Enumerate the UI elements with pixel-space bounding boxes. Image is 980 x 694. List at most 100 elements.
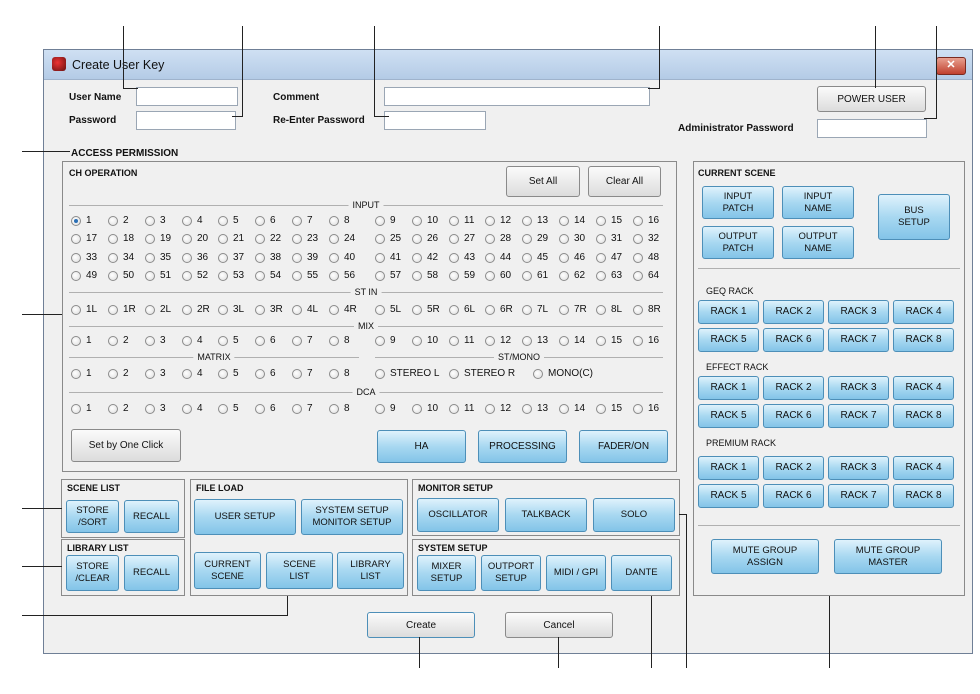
geq-rack-6-button[interactable]: RACK 6 <box>763 328 824 352</box>
close-button[interactable]: ✕ <box>936 57 966 75</box>
stin-radio-4r[interactable]: 4R <box>329 304 357 315</box>
stin-radio-2l[interactable]: 2L <box>145 304 171 315</box>
bus-setup-button[interactable]: BUS SETUP <box>878 194 950 240</box>
input-radio-24[interactable]: 24 <box>329 233 355 244</box>
input-radio-21[interactable]: 21 <box>218 233 244 244</box>
scene-list-load-button[interactable]: SCENE LIST <box>266 552 333 589</box>
ha-button[interactable]: HA <box>377 430 466 463</box>
input-radio-33[interactable]: 33 <box>71 252 97 263</box>
stin-radio-1l[interactable]: 1L <box>71 304 97 315</box>
geq-rack-4-button[interactable]: RACK 4 <box>893 300 954 324</box>
user-name-field[interactable] <box>136 87 238 106</box>
geq-rack-3-button[interactable]: RACK 3 <box>828 300 889 324</box>
mix-radio-12[interactable]: 12 <box>485 335 511 346</box>
dca-radio-6[interactable]: 6 <box>255 403 276 414</box>
mix-radio-7[interactable]: 7 <box>292 335 313 346</box>
premium-rack-4-button[interactable]: RACK 4 <box>893 456 954 480</box>
input-radio-4[interactable]: 4 <box>182 215 203 226</box>
stmono-radio-stereo-r[interactable]: STEREO R <box>449 368 515 379</box>
matrix-radio-1[interactable]: 1 <box>71 368 92 379</box>
input-radio-62[interactable]: 62 <box>559 270 585 281</box>
dca-radio-7[interactable]: 7 <box>292 403 313 414</box>
output-patch-button[interactable]: OUTPUT PATCH <box>702 226 774 259</box>
input-radio-56[interactable]: 56 <box>329 270 355 281</box>
input-radio-22[interactable]: 22 <box>255 233 281 244</box>
output-name-button[interactable]: OUTPUT NAME <box>782 226 854 259</box>
dca-radio-15[interactable]: 15 <box>596 403 622 414</box>
stin-radio-5l[interactable]: 5L <box>375 304 401 315</box>
effect-rack-1-button[interactable]: RACK 1 <box>698 376 759 400</box>
input-patch-button[interactable]: INPUT PATCH <box>702 186 774 219</box>
matrix-radio-3[interactable]: 3 <box>145 368 166 379</box>
input-radio-37[interactable]: 37 <box>218 252 244 263</box>
input-radio-28[interactable]: 28 <box>485 233 511 244</box>
talkback-button[interactable]: TALKBACK <box>505 498 587 532</box>
input-radio-60[interactable]: 60 <box>485 270 511 281</box>
cancel-button[interactable]: Cancel <box>505 612 613 638</box>
library-list-load-button[interactable]: LIBRARY LIST <box>337 552 404 589</box>
input-radio-51[interactable]: 51 <box>145 270 171 281</box>
mixer-setup-button[interactable]: MIXER SETUP <box>417 555 476 591</box>
dca-radio-2[interactable]: 2 <box>108 403 129 414</box>
mix-radio-13[interactable]: 13 <box>522 335 548 346</box>
input-radio-44[interactable]: 44 <box>485 252 511 263</box>
stin-radio-2r[interactable]: 2R <box>182 304 210 315</box>
effect-rack-6-button[interactable]: RACK 6 <box>763 404 824 428</box>
stin-radio-4l[interactable]: 4L <box>292 304 318 315</box>
stin-radio-8r[interactable]: 8R <box>633 304 661 315</box>
mix-radio-3[interactable]: 3 <box>145 335 166 346</box>
stmono-radio-mono-c-[interactable]: MONO(C) <box>533 368 593 379</box>
dca-radio-4[interactable]: 4 <box>182 403 203 414</box>
dca-radio-1[interactable]: 1 <box>71 403 92 414</box>
premium-rack-5-button[interactable]: RACK 5 <box>698 484 759 508</box>
input-radio-52[interactable]: 52 <box>182 270 208 281</box>
stin-radio-1r[interactable]: 1R <box>108 304 136 315</box>
input-radio-41[interactable]: 41 <box>375 252 401 263</box>
input-radio-18[interactable]: 18 <box>108 233 134 244</box>
user-setup-button[interactable]: USER SETUP <box>194 499 296 535</box>
password-field[interactable] <box>136 111 236 130</box>
comment-field[interactable] <box>384 87 650 106</box>
input-radio-35[interactable]: 35 <box>145 252 171 263</box>
geq-rack-5-button[interactable]: RACK 5 <box>698 328 759 352</box>
dca-radio-5[interactable]: 5 <box>218 403 239 414</box>
effect-rack-2-button[interactable]: RACK 2 <box>763 376 824 400</box>
matrix-radio-2[interactable]: 2 <box>108 368 129 379</box>
input-radio-63[interactable]: 63 <box>596 270 622 281</box>
set-all-button[interactable]: Set All <box>506 166 580 197</box>
dante-button[interactable]: DANTE <box>611 555 672 591</box>
input-name-button[interactable]: INPUT NAME <box>782 186 854 219</box>
input-radio-12[interactable]: 12 <box>485 215 511 226</box>
geq-rack-7-button[interactable]: RACK 7 <box>828 328 889 352</box>
geq-rack-2-button[interactable]: RACK 2 <box>763 300 824 324</box>
input-radio-42[interactable]: 42 <box>412 252 438 263</box>
input-radio-2[interactable]: 2 <box>108 215 129 226</box>
mix-radio-1[interactable]: 1 <box>71 335 92 346</box>
fader-on-button[interactable]: FADER/ON <box>579 430 668 463</box>
stmono-radio-stereo-l[interactable]: STEREO L <box>375 368 439 379</box>
scene-store-sort-button[interactable]: STORE/SORT <box>66 500 119 533</box>
dca-radio-16[interactable]: 16 <box>633 403 659 414</box>
matrix-radio-4[interactable]: 4 <box>182 368 203 379</box>
input-radio-32[interactable]: 32 <box>633 233 659 244</box>
mix-radio-11[interactable]: 11 <box>449 335 474 346</box>
input-radio-6[interactable]: 6 <box>255 215 276 226</box>
mute-group-master-button[interactable]: MUTE GROUP MASTER <box>834 539 942 574</box>
oscillator-button[interactable]: OSCILLATOR <box>417 498 499 532</box>
dca-radio-8[interactable]: 8 <box>329 403 350 414</box>
stin-radio-3r[interactable]: 3R <box>255 304 283 315</box>
premium-rack-1-button[interactable]: RACK 1 <box>698 456 759 480</box>
stin-radio-6r[interactable]: 6R <box>485 304 513 315</box>
matrix-radio-6[interactable]: 6 <box>255 368 276 379</box>
set-by-one-click-button[interactable]: Set by One Click <box>71 429 181 462</box>
clear-all-button[interactable]: Clear All <box>588 166 661 197</box>
effect-rack-3-button[interactable]: RACK 3 <box>828 376 889 400</box>
input-radio-30[interactable]: 30 <box>559 233 585 244</box>
input-radio-59[interactable]: 59 <box>449 270 475 281</box>
dca-radio-9[interactable]: 9 <box>375 403 396 414</box>
scene-recall-button[interactable]: RECALL <box>124 500 179 533</box>
input-radio-39[interactable]: 39 <box>292 252 318 263</box>
library-store-clear-button[interactable]: STORE/CLEAR <box>66 555 119 591</box>
input-radio-23[interactable]: 23 <box>292 233 318 244</box>
input-radio-64[interactable]: 64 <box>633 270 659 281</box>
